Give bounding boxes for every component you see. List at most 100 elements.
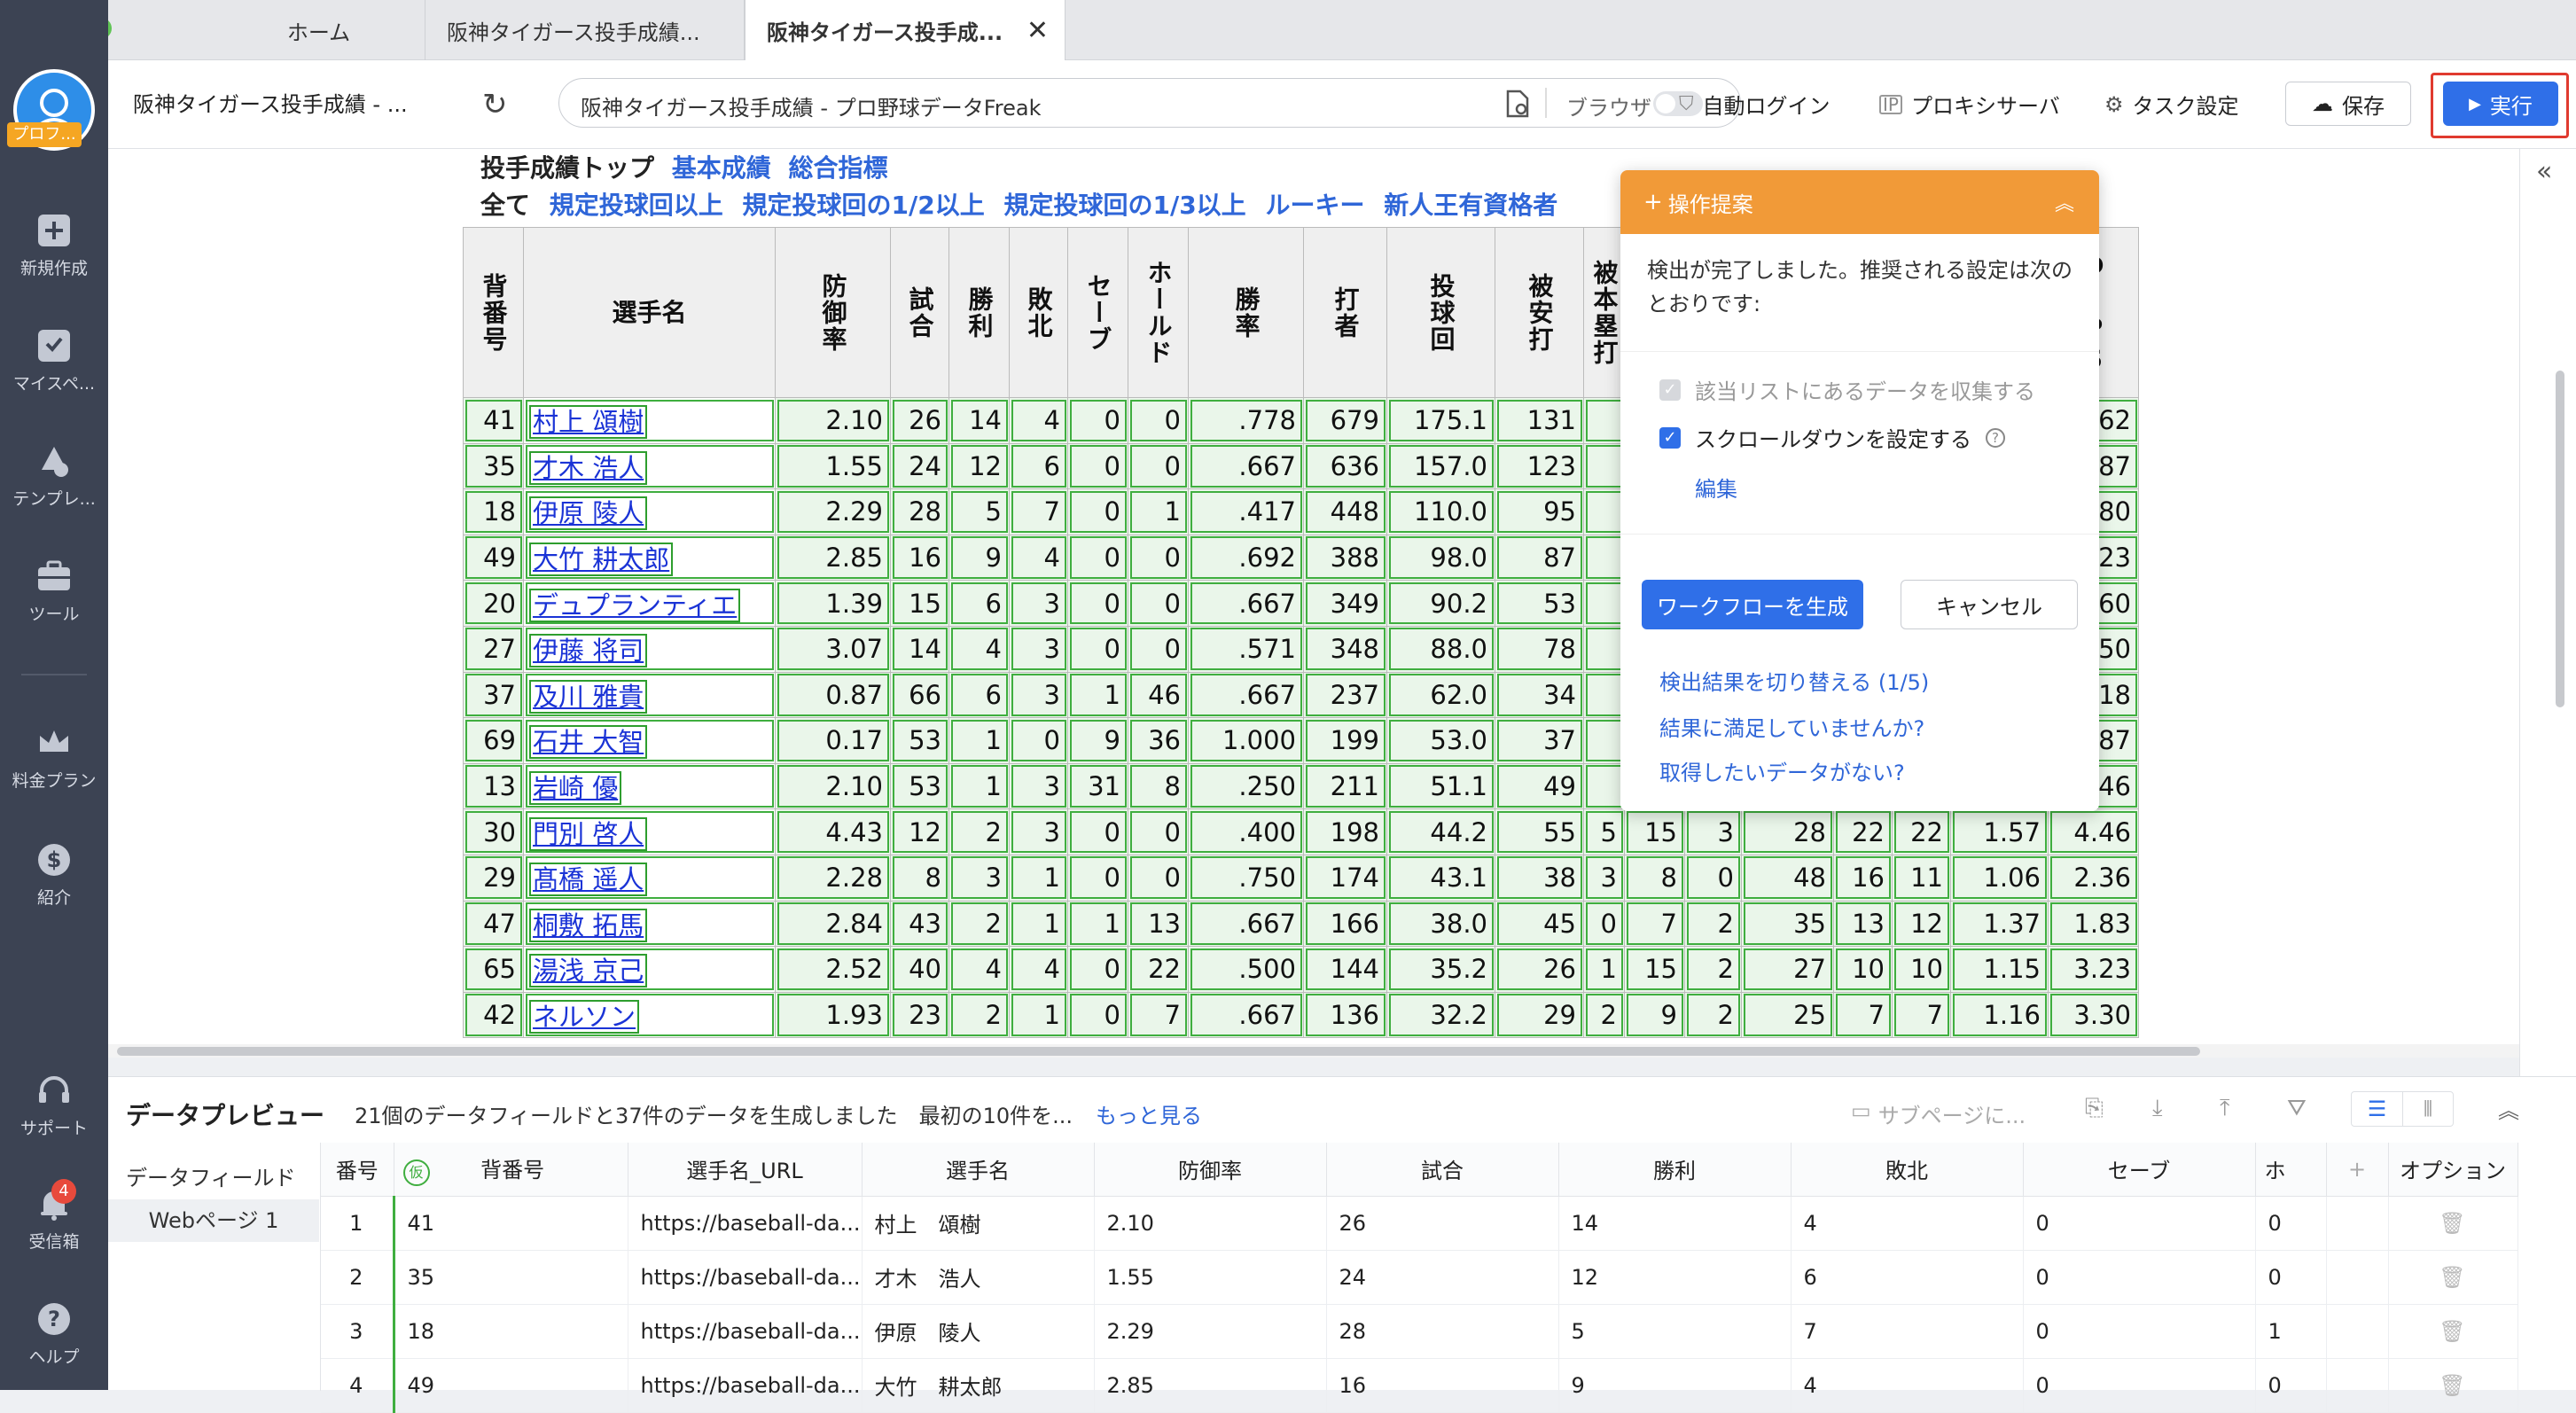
sidebar-item-pricing[interactable]: 料金プラン (0, 725, 108, 792)
player-name-cell[interactable]: 湯浅 京己 (523, 946, 776, 993)
delete-row-icon[interactable]: 🗑 (2388, 1358, 2518, 1413)
add-column-icon[interactable]: + (2326, 1143, 2389, 1197)
player-link[interactable]: 髙橋 遥人 (528, 863, 648, 897)
sidebar-item-tools[interactable]: ツール (0, 558, 108, 625)
player-link[interactable]: 石井 大智 (528, 725, 648, 760)
column-header-losses[interactable]: 敗北 (1791, 1143, 2024, 1197)
collapse-icon[interactable]: ︽ (2055, 188, 2074, 216)
player-name-cell[interactable]: ネルソン (523, 991, 776, 1039)
table-row[interactable]: 3 18 https://baseball-da... 伊原 陵人 2.29 28 5 7 0 1… (321, 1304, 2518, 1359)
run-button[interactable]: ▶ 実行 (2443, 82, 2558, 126)
proxy-button[interactable]: IP プロキシサーバ (1879, 89, 2060, 120)
upload-icon[interactable]: ⤒ (2220, 1095, 2230, 1122)
player-name-cell[interactable]: 岩崎 優 (523, 762, 776, 810)
tab-home[interactable]: ホーム (213, 0, 425, 60)
refresh-icon[interactable]: ↻ (482, 87, 508, 122)
player-name-cell[interactable]: 門別 啓人 (523, 808, 776, 855)
table-row[interactable]: 2 35 https://baseball-da... 才木 浩人 1.55 24 12 6 0… (321, 1250, 2518, 1305)
collapse-panel-icon[interactable]: « (2536, 156, 2552, 187)
player-link[interactable]: 岩崎 優 (528, 771, 622, 806)
player-link[interactable]: 才木 浩人 (528, 450, 648, 485)
player-name-cell[interactable]: 才木 浩人 (523, 442, 776, 490)
save-button[interactable]: ☁ 保存 (2285, 82, 2411, 126)
column-header-era[interactable]: 防御率 (1094, 1143, 1327, 1197)
browser-label: ブラウザ (1566, 96, 1651, 121)
sidebar-item-template[interactable]: テンプレ... (0, 443, 108, 510)
link-rookie-eligible[interactable]: 新人王有資格者 (1384, 191, 1557, 220)
stat-cell: 679 (1303, 397, 1387, 444)
show-more-link[interactable]: もっと見る (1096, 1098, 1202, 1129)
player-name-cell[interactable]: デュプランティエ (523, 580, 776, 627)
sidebar-item-help[interactable]: ? ヘルプ (0, 1301, 108, 1368)
column-header-games[interactable]: 試合 (1326, 1143, 1559, 1197)
player-name-cell[interactable]: 髙橋 遥人 (523, 854, 776, 902)
cancel-button[interactable]: キャンセル (1901, 580, 2078, 629)
horizontal-scrollbar[interactable] (117, 1047, 2200, 1056)
link-overall-index[interactable]: 総合指標 (789, 153, 888, 183)
generate-workflow-button[interactable]: ワークフローを生成 (1642, 580, 1863, 629)
close-tab-icon[interactable]: ✕ (1026, 15, 1049, 46)
filter-icon[interactable]: ⛛ (2287, 1095, 2307, 1122)
not-satisfied-link[interactable]: 結果に満足していませんか? (1659, 711, 1924, 742)
stat-cell: .692 (1188, 534, 1304, 582)
add-page-icon[interactable]: ⎘ (2085, 1095, 2104, 1122)
column-header-wins[interactable]: 勝利 (1558, 1143, 1791, 1197)
player-name-cell[interactable]: 桐敷 拓馬 (523, 900, 776, 948)
url-bar[interactable]: 阪神タイガース投手成績 - プロ野球データFreak ブラウザ (558, 78, 1741, 128)
link-qualified[interactable]: 規定投球回以上 (550, 191, 723, 220)
player-link[interactable]: 湯浅 京己 (528, 954, 648, 988)
checked-checkbox[interactable]: ✓ (1659, 426, 1681, 449)
list-view-icon[interactable]: ☰ (2352, 1092, 2402, 1126)
column-header-player-name[interactable]: 選手名 (862, 1143, 1095, 1197)
player-name-cell[interactable]: 村上 頌樹 (523, 397, 776, 444)
player-link[interactable]: 伊原 陵人 (528, 496, 648, 531)
link-half-qualified[interactable]: 規定投球回の1/2以上 (743, 191, 985, 220)
delete-row-icon[interactable]: 🗑 (2388, 1304, 2518, 1359)
column-header-truncated[interactable]: ホ (2255, 1143, 2327, 1197)
player-link[interactable]: 大竹 耕太郎 (528, 543, 674, 577)
stat-cell: 3 (1009, 671, 1068, 719)
download-icon[interactable]: ⤓ (2152, 1095, 2163, 1122)
field-item-webpage[interactable]: Webページ 1 (108, 1199, 319, 1242)
link-basic-stats[interactable]: 基本成績 (672, 153, 771, 183)
collapse-preview-icon[interactable]: ︽ (2498, 1093, 2519, 1124)
sidebar-item-referral[interactable]: $ 紹介 (0, 842, 108, 909)
column-header-saves[interactable]: セーブ (2023, 1143, 2256, 1197)
sidebar-item-myspace[interactable]: マイスペ... (0, 328, 108, 394)
player-link[interactable]: デュプランティエ (528, 588, 741, 622)
edit-link[interactable]: 編集 (1695, 472, 1737, 503)
player-link[interactable]: 門別 啓人 (528, 816, 648, 851)
player-name-cell[interactable]: 伊藤 将司 (523, 625, 776, 673)
switch-result-link[interactable]: 検出結果を切り替える (1/5) (1659, 665, 1929, 696)
player-link[interactable]: 桐敷 拓馬 (528, 908, 648, 942)
delete-row-icon[interactable]: 🗑 (2388, 1196, 2518, 1251)
auto-login-button[interactable]: ⛉ 自動ログイン (1679, 89, 1831, 120)
tab-pitching-1[interactable]: 阪神タイガース投手成績... (425, 0, 745, 60)
player-name-cell[interactable]: 伊原 陵人 (523, 488, 776, 535)
column-view-icon[interactable]: ⦀ (2401, 1092, 2453, 1126)
sidebar-item-support[interactable]: サポート (0, 1073, 108, 1139)
player-link[interactable]: 村上 頌樹 (528, 405, 648, 440)
delete-row-icon[interactable]: 🗑 (2388, 1250, 2518, 1305)
column-header-player-url[interactable]: 選手名_URL (628, 1143, 863, 1197)
player-name-cell[interactable]: 石井 大智 (523, 717, 776, 764)
scroll-down-option[interactable]: ✓ スクロールダウンを設定する ? (1659, 422, 2005, 453)
player-link[interactable]: 及川 雅貴 (528, 679, 648, 714)
table-row[interactable]: 4 49 https://baseball-da... 大竹 耕太郎 2.85 16 9 4 0… (321, 1358, 2518, 1413)
link-rookie[interactable]: ルーキー (1265, 191, 1364, 220)
player-name-cell[interactable]: 及川 雅貴 (523, 671, 776, 719)
player-link[interactable]: 伊藤 将司 (528, 634, 648, 668)
column-header-jersey[interactable]: 仮 背番号 (394, 1143, 628, 1197)
task-settings-button[interactable]: ⚙ タスク設定 (2104, 89, 2239, 120)
tab-pitching-2[interactable]: 阪神タイガース投手成... ✕ (745, 0, 1066, 60)
player-name-cell[interactable]: 大竹 耕太郎 (523, 534, 776, 582)
subpage-button[interactable]: ▭ サブページに... (1851, 1098, 2026, 1129)
table-row[interactable]: 1 41 https://baseball-da... 村上 頌樹 2.10 26 14 4 0… (321, 1196, 2518, 1251)
player-link[interactable]: ネルソン (528, 1000, 640, 1034)
help-icon[interactable]: ? (1986, 427, 2005, 448)
vertical-scrollbar[interactable] (2556, 371, 2564, 707)
link-third-qualified[interactable]: 規定投球回の1/3以上 (1003, 191, 1245, 220)
missing-data-link[interactable]: 取得したいデータがない? (1659, 755, 1905, 786)
document-settings-icon[interactable] (1504, 90, 1531, 118)
sidebar-item-new[interactable]: 新規作成 (0, 213, 108, 279)
